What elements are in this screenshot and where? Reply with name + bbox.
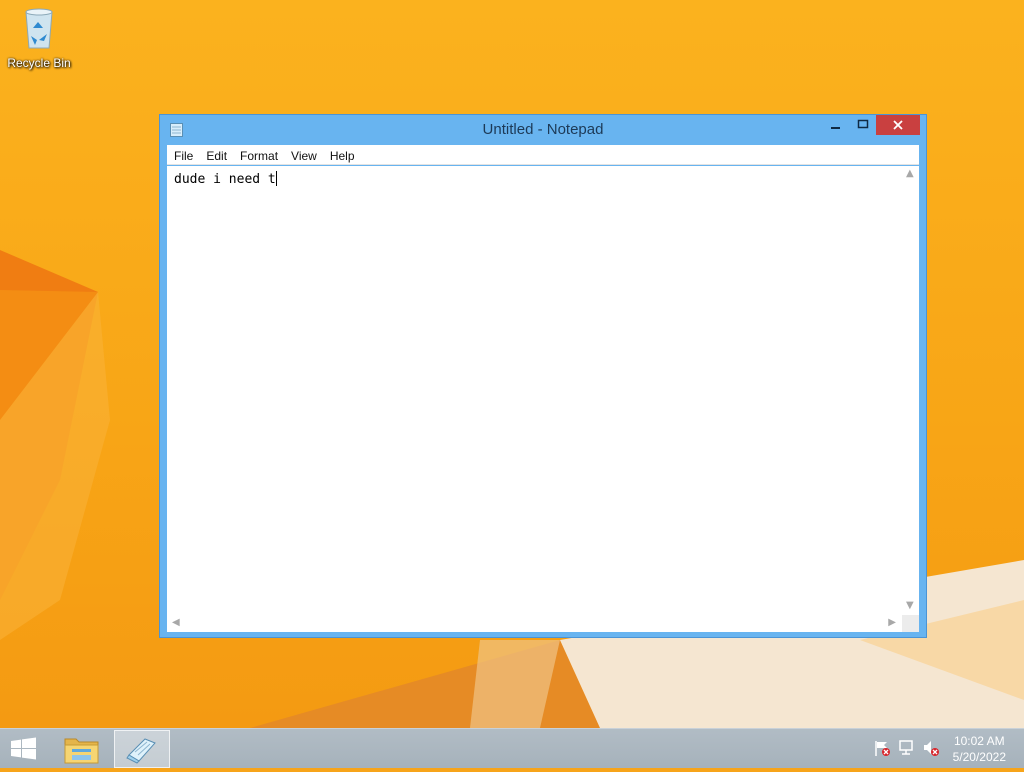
vertical-scrollbar[interactable]: ▲ ▼ — [902, 166, 919, 615]
scroll-right-icon[interactable]: ▶ — [888, 617, 896, 628]
menu-file[interactable]: File — [167, 147, 199, 163]
network-icon[interactable] — [898, 739, 916, 761]
menu-view[interactable]: View — [284, 147, 323, 163]
taskbar-notepad[interactable] — [114, 730, 170, 768]
text-editor-area[interactable]: dude i need t ▲ ▼ ◀ ▶ — [167, 166, 919, 632]
editor-content[interactable]: dude i need t — [174, 171, 277, 187]
scrollbar-corner — [902, 615, 919, 632]
menu-bar: File Edit Format View Help — [167, 145, 919, 165]
speaker-muted-icon[interactable] — [922, 739, 940, 761]
menu-help[interactable]: Help — [323, 147, 361, 163]
horizontal-scrollbar[interactable]: ◀ ▶ — [167, 615, 902, 632]
maximize-button[interactable] — [850, 115, 876, 135]
title-bar[interactable]: Untitled - Notepad — [160, 115, 926, 145]
folder-icon — [64, 738, 99, 764]
minimize-button[interactable] — [822, 115, 850, 135]
window-title: Untitled - Notepad — [482, 121, 604, 138]
scroll-down-icon[interactable]: ▼ — [906, 600, 914, 611]
menu-edit[interactable]: Edit — [199, 147, 233, 163]
taskbar: 10:02 AM 5/20/2022 — [0, 728, 1024, 768]
scroll-up-icon[interactable]: ▲ — [906, 168, 914, 179]
desktop-icon-label: Recycle Bin — [7, 56, 71, 70]
system-clock[interactable]: 10:02 AM 5/20/2022 — [953, 733, 1006, 765]
notepad-icon — [126, 738, 156, 764]
notepad-window[interactable]: Untitled - Notepad File Edit Format View Hel… — [159, 114, 927, 638]
desktop-icon-recycle-bin[interactable]: Recycle Bin — [6, 6, 72, 70]
close-icon — [893, 120, 903, 130]
editor-text: dude i need t — [174, 172, 276, 187]
clock-time: 10:02 AM — [953, 734, 1005, 748]
close-button[interactable] — [876, 115, 920, 135]
clock-date: 5/20/2022 — [952, 750, 1006, 764]
text-caret — [275, 171, 277, 186]
minimize-icon — [831, 127, 840, 129]
action-center-flag-icon[interactable] — [874, 739, 890, 761]
recycle-bin-icon — [25, 8, 53, 49]
menu-format[interactable]: Format — [233, 147, 284, 163]
maximize-icon — [857, 119, 869, 129]
start-button[interactable] — [8, 736, 40, 762]
taskbar-file-explorer[interactable] — [54, 730, 110, 768]
windows-logo-icon — [11, 737, 36, 760]
scroll-left-icon[interactable]: ◀ — [172, 617, 180, 628]
